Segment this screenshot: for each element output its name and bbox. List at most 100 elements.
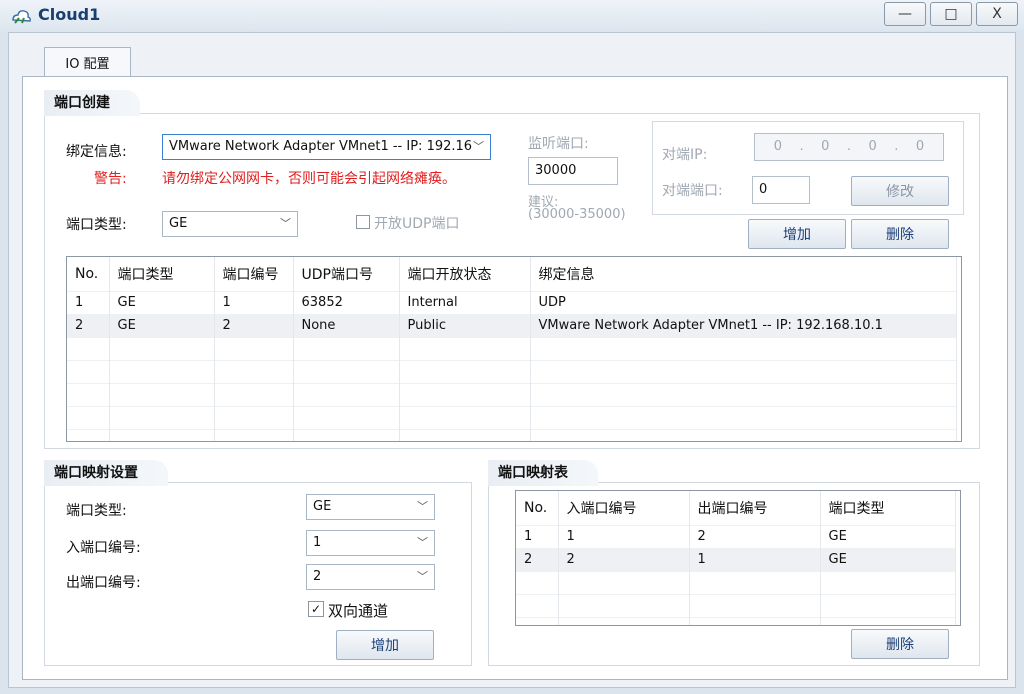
peer-ip-octet: 0 xyxy=(868,139,877,154)
table-row[interactable]: 1 1 2 GE xyxy=(516,524,956,548)
maximize-button[interactable]: □ xyxy=(930,2,972,26)
table-row[interactable]: 2 GE 2 None Public VMware Network Adapte… xyxy=(67,313,957,337)
bidirectional-label: 双向通道 xyxy=(328,602,389,620)
mapping-settings-title: 端口映射设置 xyxy=(44,460,168,486)
peer-ip-octet: 0 xyxy=(821,139,830,154)
cell: 2 xyxy=(67,313,110,337)
port-type-label: 端口类型: xyxy=(66,217,127,233)
tab-label: IO 配置 xyxy=(65,57,110,72)
out-port-value: 2 xyxy=(313,569,322,584)
peer-ip-label: 对端IP: xyxy=(662,147,708,163)
map-port-type-select[interactable]: GE ﹀ xyxy=(306,494,435,520)
chevron-down-icon: ﹀ xyxy=(417,500,428,513)
binding-label: 绑定信息: xyxy=(66,144,127,160)
add-mapping-button[interactable]: 增加 xyxy=(336,630,434,660)
mapping-table-title: 端口映射表 xyxy=(488,460,598,486)
in-port-label: 入端口编号: xyxy=(66,540,141,556)
cell: UDP xyxy=(530,290,957,314)
window-title: Cloud1 xyxy=(38,5,101,24)
table-row[interactable]: 2 2 1 GE xyxy=(516,547,956,571)
cell: 1 xyxy=(689,547,821,571)
cell: 1 xyxy=(516,524,559,548)
cell: GE xyxy=(109,313,215,337)
col-port-number: 端口编号 xyxy=(214,257,294,291)
chevron-down-icon: ﹀ xyxy=(417,570,428,583)
cell: GE xyxy=(820,547,956,571)
checkbox-box xyxy=(356,215,370,229)
close-icon: X xyxy=(992,6,1002,22)
out-port-label: 出端口编号: xyxy=(66,575,141,591)
empty-row xyxy=(67,359,957,383)
cell: 1 xyxy=(67,290,110,314)
in-port-value: 1 xyxy=(313,535,322,550)
col-open-status: 端口开放状态 xyxy=(399,257,531,291)
udp-checkbox-label: 开放UDP端口 xyxy=(374,216,460,232)
cell: GE xyxy=(109,290,215,314)
ip-dot: . xyxy=(894,139,899,154)
binding-value: VMware Network Adapter VMnet1 -- IP: 192… xyxy=(169,139,473,154)
warning-label: 警告: xyxy=(94,171,127,187)
col-binding: 绑定信息 xyxy=(530,257,957,291)
cell: Public xyxy=(399,313,531,337)
close-button[interactable]: X xyxy=(976,2,1018,26)
delete-mapping-button[interactable]: 删除 xyxy=(851,629,949,659)
ip-dot: . xyxy=(846,139,852,154)
port-type-select[interactable]: GE ﹀ xyxy=(162,211,298,237)
col-no: No. xyxy=(516,491,559,525)
udp-checkbox[interactable] xyxy=(356,215,370,233)
suggest-range: (30000-35000) xyxy=(528,207,626,222)
cell: 1 xyxy=(214,290,294,314)
port-create-title: 端口创建 xyxy=(44,90,140,116)
cell: 2 xyxy=(558,547,690,571)
col-port-type: 端口类型 xyxy=(820,491,956,525)
empty-row xyxy=(516,616,956,625)
cell: 2 xyxy=(689,524,821,548)
bidirectional-checkbox[interactable]: ✓ xyxy=(308,601,324,617)
table-header: No. 端口类型 端口编号 UDP端口号 端口开放状态 绑定信息 xyxy=(67,257,957,291)
cell: 2 xyxy=(214,313,294,337)
peer-ip-octet: 0 xyxy=(915,139,925,154)
chevron-down-icon: ﹀ xyxy=(473,140,484,153)
add-port-button[interactable]: 增加 xyxy=(748,219,846,249)
peer-ip-octet: 0 xyxy=(773,139,783,154)
cloud-cable-icon xyxy=(12,10,31,24)
table-header: No. 入端口编号 出端口编号 端口类型 xyxy=(516,491,956,525)
table-row[interactable]: 1 GE 1 63852 Internal UDP xyxy=(67,290,957,314)
col-no: No. xyxy=(67,257,110,291)
tab-io-config[interactable]: IO 配置 xyxy=(44,47,131,77)
empty-row xyxy=(67,382,957,406)
map-port-type-label: 端口类型: xyxy=(66,503,127,519)
empty-row xyxy=(516,593,956,617)
peer-port-label: 对端端口: xyxy=(662,183,723,199)
port-table: No. 端口类型 端口编号 UDP端口号 端口开放状态 绑定信息 1 GE 1 … xyxy=(66,256,962,442)
out-port-select[interactable]: 2 ﹀ xyxy=(306,564,435,590)
checkmark-icon: ✓ xyxy=(308,601,324,617)
cell: Internal xyxy=(399,290,531,314)
map-port-type-value: GE xyxy=(313,499,332,514)
empty-row xyxy=(67,336,957,360)
col-port-type: 端口类型 xyxy=(109,257,215,291)
chevron-down-icon: ﹀ xyxy=(280,217,291,230)
in-port-select[interactable]: 1 ﹀ xyxy=(306,530,435,556)
delete-port-button[interactable]: 删除 xyxy=(851,219,949,249)
mapping-table: No. 入端口编号 出端口编号 端口类型 1 1 2 GE 2 2 1 GE xyxy=(515,490,961,626)
cell: 1 xyxy=(558,524,690,548)
modify-button[interactable]: 修改 xyxy=(851,176,949,206)
minimize-icon: — xyxy=(898,6,912,22)
col-udp-port: UDP端口号 xyxy=(293,257,400,291)
peer-port-input[interactable]: 0 xyxy=(752,176,810,204)
maximize-icon: □ xyxy=(944,6,958,22)
warning-text: 请勿绑定公网网卡，否则可能会引起网络瘫痪。 xyxy=(162,171,456,187)
empty-row xyxy=(67,405,957,429)
empty-row xyxy=(67,428,957,441)
cell: None xyxy=(293,313,400,337)
listen-port-input[interactable]: 30000 xyxy=(528,157,618,185)
minimize-button[interactable]: — xyxy=(884,2,926,26)
peer-ip-input[interactable]: 0. 0. 0. 0 xyxy=(754,133,944,161)
port-type-value: GE xyxy=(169,216,188,231)
cell: 63852 xyxy=(293,290,400,314)
col-in-port: 入端口编号 xyxy=(558,491,690,525)
col-out-port: 出端口编号 xyxy=(689,491,821,525)
cell: VMware Network Adapter VMnet1 -- IP: 192… xyxy=(530,313,957,337)
binding-select[interactable]: VMware Network Adapter VMnet1 -- IP: 192… xyxy=(162,134,491,160)
